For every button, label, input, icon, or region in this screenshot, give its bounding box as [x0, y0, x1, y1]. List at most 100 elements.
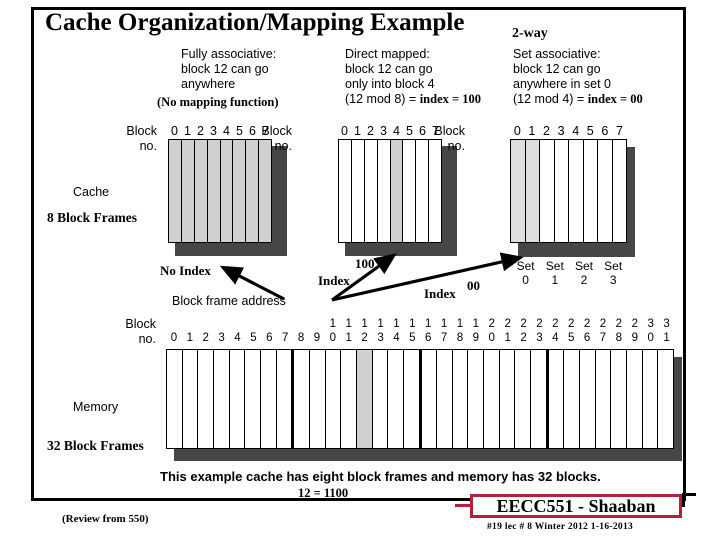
memory-block-number	[261, 318, 277, 330]
memory-block-cell	[403, 350, 420, 448]
memory-block-cell	[245, 350, 261, 448]
cache2-direct-mapped	[338, 139, 457, 256]
cache-block-cell	[569, 140, 584, 242]
cache-block-cell	[364, 140, 378, 242]
memory-block-cell	[484, 350, 500, 448]
set-word: Set	[516, 259, 535, 273]
dm-formula-bold: index = 100	[419, 92, 482, 106]
memory-block-number: 2	[520, 318, 527, 330]
mem-block-word: Block	[125, 317, 156, 331]
memory-block-number: 2	[520, 332, 527, 344]
memory-block-cell	[167, 350, 183, 448]
memory-block-number: 4	[552, 332, 559, 344]
memory-block-cell	[546, 350, 565, 448]
memory-block-cell	[292, 350, 310, 448]
cache2-no-word: no.	[274, 139, 292, 153]
block-number: 2	[197, 124, 204, 138]
block-number: 3	[557, 124, 565, 138]
cache-block-cell	[390, 140, 404, 242]
set-number: 3	[609, 273, 617, 287]
banner-right-tick-h	[682, 493, 696, 496]
cache3-no-word: no.	[447, 139, 465, 153]
memory-blocks	[166, 349, 686, 461]
page-title: Cache Organization/Mapping Example	[45, 9, 465, 36]
block-number: 2	[543, 124, 550, 138]
cache-block-cell	[194, 140, 208, 242]
set-number: 0	[522, 273, 529, 287]
block-number: 1	[528, 124, 536, 138]
cache-block-cell	[220, 140, 234, 242]
memory-ones-digits: 01234567890123456789012345678901	[166, 332, 675, 344]
annotation-no-index: No Index	[160, 263, 211, 278]
lecture-meta: #19 lec # 8 Winter 2012 1-16-2013	[487, 522, 634, 532]
block-number: 4	[223, 124, 230, 138]
memory-block-number: 6	[583, 332, 591, 344]
block-number: 5	[586, 124, 594, 138]
memory-block-number: 7	[281, 332, 289, 344]
set-number: 1	[551, 273, 559, 287]
annotation-index-2: Index	[424, 286, 456, 301]
memory-block-number: 8	[456, 332, 464, 344]
memory-block-number: 2	[599, 318, 607, 330]
banner-left-tick	[455, 504, 471, 507]
memory-block-number	[198, 318, 214, 330]
memory-block-number: 8	[297, 332, 305, 344]
block-number: 0	[513, 124, 521, 138]
sa-formula-bold: index = 00	[587, 92, 643, 106]
memory-block-number: 2	[631, 318, 638, 330]
cache-block-cell	[511, 140, 526, 242]
cache-block-cell	[181, 140, 195, 242]
cache-block-cell	[416, 140, 430, 242]
sa-line-2: block 12 can go	[513, 62, 601, 76]
course-banner: EECC551 - Shaaban	[470, 494, 682, 518]
cache-side-label: Cache	[73, 185, 110, 199]
block-number: 3	[210, 124, 217, 138]
memory-block-number: 4	[234, 332, 241, 344]
fa-line-3: anywhere	[181, 77, 236, 91]
memory-block-number: 5	[568, 332, 575, 344]
cache1-fully-associative	[168, 139, 287, 256]
block-number: 1	[184, 124, 191, 138]
memory-block-number: 0	[170, 332, 178, 344]
memory-block-cell	[658, 350, 673, 448]
memory-block-number	[182, 318, 198, 330]
memory-block-cell	[419, 350, 438, 448]
fully-associative-description: Fully associative: block 12 can go anywh…	[181, 47, 276, 92]
course-banner-text: EECC551 - Shaaban	[496, 495, 656, 516]
cache-block-cell	[403, 140, 417, 242]
set-word: Set	[545, 259, 564, 273]
memory-block-number: 5	[409, 332, 416, 344]
set-word: Set	[574, 259, 593, 273]
dm-formula: (12 mod 8) = index = 100	[345, 92, 481, 107]
memory-block-cell	[437, 350, 453, 448]
memory-block-cell	[213, 350, 230, 448]
memory-block-number	[245, 318, 261, 330]
mem-no-word: no.	[138, 332, 156, 346]
memory-block-number: 3	[377, 332, 384, 344]
memory-block-number: 1	[663, 332, 670, 344]
memory-block-cell	[182, 350, 199, 448]
memory-block-number: 1	[424, 318, 432, 330]
memory-block-cell	[276, 350, 293, 448]
memory-block-cell	[595, 350, 612, 448]
set-label: Set 1	[540, 259, 569, 287]
memory-block-no-label: Block no.	[104, 317, 156, 347]
memory-block-number: 2	[615, 318, 623, 330]
set-associative-description: Set associative: block 12 can go anywher…	[513, 47, 643, 107]
memory-block-number: 2	[504, 318, 511, 330]
cache-block-cell	[540, 140, 555, 242]
memory-block-cell	[642, 350, 659, 448]
set-label: Set 3	[599, 259, 628, 287]
cache2-cells	[338, 139, 442, 243]
cache-block-cell	[598, 140, 613, 242]
cache-block-cell	[377, 140, 391, 242]
memory-block-number: 6	[424, 332, 432, 344]
block-number: 0	[171, 124, 178, 138]
cache-block-cell	[554, 140, 569, 242]
cache-block-cell	[169, 140, 182, 242]
memory-block-number: 2	[536, 318, 543, 330]
memory-block-number: 2	[488, 318, 495, 330]
sa-formula: (12 mod 4) = index = 00	[513, 92, 643, 107]
memory-block-number: 3	[218, 332, 225, 344]
memory-block-number: 1	[186, 332, 194, 344]
